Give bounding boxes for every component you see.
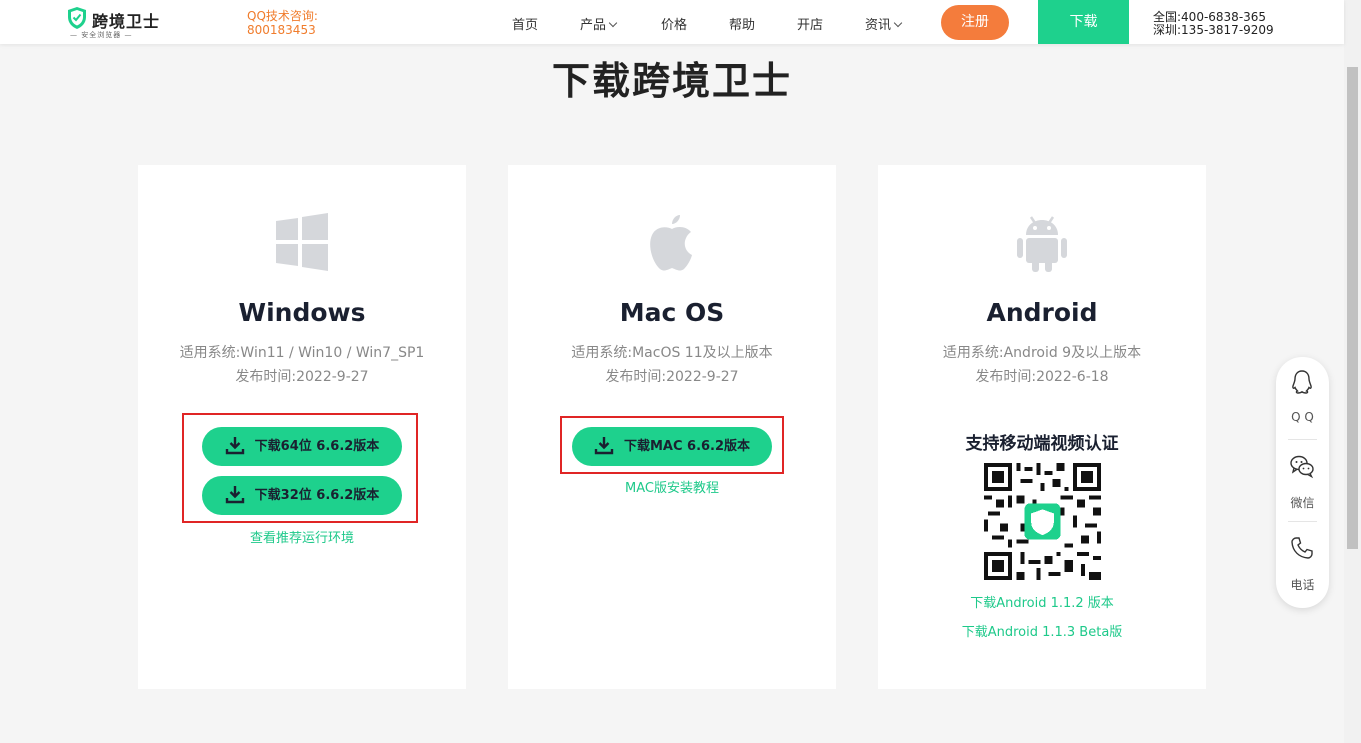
wechat-icon — [1290, 455, 1314, 479]
windows-release-date: 发布时间:2022-9-27 — [235, 369, 369, 385]
nav-products[interactable]: 产品 — [580, 14, 618, 33]
mac-install-guide-link[interactable]: MAC版安装教程 — [508, 477, 836, 496]
float-phone-button[interactable]: 电话 — [1276, 523, 1329, 605]
phone-icon — [1291, 537, 1313, 559]
nav-home-label: 首页 — [512, 18, 539, 33]
windows-card: Windows 适用系统:Win11 / Win10 / Win7_SP1 发布… — [138, 165, 466, 689]
float-wechat-label: 微信 — [1290, 496, 1315, 510]
download-32bit-button[interactable]: 下载32位 6.6.2版本 — [202, 476, 402, 515]
windows-title: Windows — [238, 298, 366, 327]
mac-release-date: 发布时间:2022-9-27 — [605, 369, 739, 385]
nav-news[interactable]: 资讯 — [865, 14, 903, 33]
float-phone-label: 电话 — [1290, 578, 1315, 592]
chevron-down-icon — [893, 18, 903, 28]
android-card: Android 适用系统:Android 9及以上版本 发布时间:2022-6-… — [878, 165, 1206, 689]
apple-icon — [650, 215, 692, 271]
download-icon — [594, 436, 614, 454]
qq-icon — [1292, 370, 1312, 394]
nav-open-store-label: 开店 — [797, 18, 824, 33]
download-nav-button[interactable]: 下载 — [1038, 0, 1129, 44]
logo-slogan: — 安全浏览器 — — [70, 31, 133, 39]
mac-systems: 适用系统:MacOS 11及以上版本 — [571, 345, 773, 361]
android-release-date: 发布时间:2022-6-18 — [975, 369, 1109, 385]
download-mac-button[interactable]: 下载MAC 6.6.2版本 — [572, 427, 772, 466]
qq-consult-label: QQ技术咨询: — [247, 9, 318, 23]
android-systems: 适用系统:Android 9及以上版本 — [942, 345, 1142, 361]
android-1-1-3-beta-link[interactable]: 下载Android 1.1.3 Beta版 — [878, 621, 1206, 640]
qq-consult-number[interactable]: 800183453 — [247, 23, 316, 37]
windows-icon — [276, 213, 328, 271]
windows-systems: 适用系统:Win11 / Win10 / Win7_SP1 — [179, 345, 425, 361]
download-64bit-label: 下载64位 6.6.2版本 — [254, 439, 380, 454]
phone-shenzhen: 深圳:135-3817-9209 — [1153, 23, 1274, 37]
download-32bit-label: 下载32位 6.6.2版本 — [254, 488, 380, 503]
download-mac-label: 下载MAC 6.6.2版本 — [623, 439, 751, 454]
nav-news-label: 资讯 — [865, 18, 892, 33]
download-icon — [225, 485, 244, 503]
download-64bit-button[interactable]: 下载64位 6.6.2版本 — [202, 427, 402, 466]
float-qq-button[interactable]: Q Q — [1276, 357, 1329, 439]
mobile-video-auth-title: 支持移动端视频认证 — [965, 434, 1119, 454]
nav-open-store[interactable]: 开店 — [797, 14, 823, 33]
nav-products-label: 产品 — [580, 18, 607, 33]
divider — [1288, 439, 1317, 440]
shield-logo-icon — [68, 7, 86, 29]
mac-title: Mac OS — [619, 298, 725, 327]
page-title: 下载跨境卫士 — [551, 59, 792, 103]
nav-pricing[interactable]: 价格 — [661, 14, 687, 33]
top-navbar: 跨境卫士 — 安全浏览器 — QQ技术咨询: 800183453 首页 产品 价… — [0, 0, 1344, 44]
float-qq-label: Q Q — [1291, 410, 1314, 424]
divider — [1288, 521, 1317, 522]
recommended-env-link[interactable]: 查看推荐运行环境 — [138, 527, 466, 546]
float-wechat-button[interactable]: 微信 — [1276, 441, 1329, 523]
phone-national: 全国:400-6838-365 — [1153, 10, 1267, 24]
nav-home[interactable]: 首页 — [512, 14, 538, 33]
android-1-1-2-link[interactable]: 下载Android 1.1.2 版本 — [878, 592, 1206, 611]
chevron-down-icon — [608, 18, 618, 28]
nav-help[interactable]: 帮助 — [729, 14, 755, 33]
logo-name: 跨境卫士 — [92, 12, 161, 31]
android-title: Android — [986, 298, 1098, 327]
register-button[interactable]: 注册 — [941, 5, 1009, 40]
mac-card: Mac OS 适用系统:MacOS 11及以上版本 发布时间:2022-9-27… — [508, 165, 836, 689]
floating-contact-bar: Q Q 微信 电话 — [1276, 357, 1329, 608]
nav-pricing-label: 价格 — [661, 18, 688, 33]
brand-logo[interactable]: 跨境卫士 — 安全浏览器 — — [66, 6, 159, 40]
nav-help-label: 帮助 — [729, 18, 756, 33]
scrollbar-thumb[interactable] — [1347, 67, 1358, 549]
download-icon — [225, 436, 244, 454]
qr-code — [984, 463, 1101, 580]
android-icon — [1017, 216, 1067, 272]
